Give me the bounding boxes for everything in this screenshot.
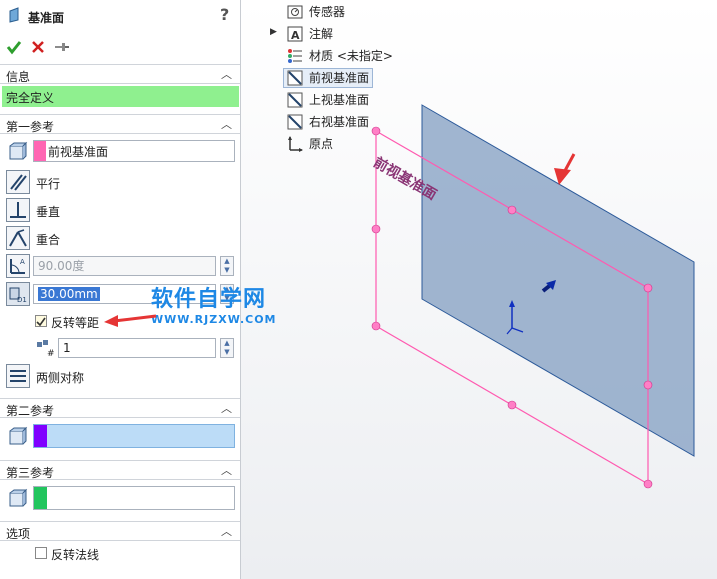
selection-color-swatch xyxy=(34,425,47,447)
graphics-area[interactable]: 传感器 ▶ A 注解 材质 <未指定> 前视基准面 上视基准面 右视基准面 原点… xyxy=(241,0,717,579)
spin-up-icon[interactable]: ▲ xyxy=(221,339,233,348)
watermark-url: WWW.RJZXW.COM xyxy=(151,313,277,326)
third-ref-header-label: 第三参考 xyxy=(6,466,55,480)
coincident-button[interactable] xyxy=(6,226,30,250)
selection-color-swatch xyxy=(34,487,47,509)
watermark: 软件自学网 WWW.RJZXW.COM xyxy=(151,287,301,326)
angle-button[interactable]: A xyxy=(6,254,30,278)
perpendicular-button[interactable] xyxy=(6,198,30,222)
pin-button[interactable] xyxy=(54,40,70,57)
ok-button[interactable] xyxy=(6,39,22,58)
status-bar: 完全定义 xyxy=(2,86,239,107)
coincident-icon xyxy=(9,229,27,247)
flip-normal-label: 反转法线 xyxy=(51,548,100,562)
front-plane-shape xyxy=(421,104,695,457)
flip-offset-checkbox[interactable] xyxy=(35,315,47,327)
chevron-up-icon[interactable]: ︿ xyxy=(221,400,232,416)
third-ref-selection-box[interactable] xyxy=(33,486,235,510)
mid-plane-button[interactable] xyxy=(6,364,30,388)
coincident-label: 重合 xyxy=(36,233,61,247)
info-header-label: 信息 xyxy=(6,70,31,84)
chevron-up-icon[interactable]: ︿ xyxy=(221,462,232,478)
distance-icon: D1 xyxy=(9,287,27,304)
first-ref-selection-box[interactable]: 前视基准面 xyxy=(33,140,235,162)
first-ref-section-header[interactable]: 第一参考 ︿ xyxy=(0,114,240,134)
close-icon xyxy=(32,41,44,53)
status-text: 完全定义 xyxy=(6,91,55,105)
second-ref-section-header[interactable]: 第二参考 ︿ xyxy=(0,398,240,418)
svg-text:#: # xyxy=(47,349,55,357)
chevron-up-icon[interactable]: ︿ xyxy=(221,116,232,132)
viewport-canvas xyxy=(371,104,695,489)
flip-offset-label: 反转等距 xyxy=(51,316,100,330)
angle-icon: A xyxy=(10,258,25,274)
parallel-icon xyxy=(10,174,27,191)
spin-up-icon[interactable]: ▲ xyxy=(221,257,233,266)
third-ref-section-header[interactable]: 第三参考 ︿ xyxy=(0,460,240,480)
angle-input[interactable]: 90.00度 xyxy=(33,256,216,276)
chevron-up-icon[interactable]: ︿ xyxy=(221,523,232,539)
perpendicular-label: 垂直 xyxy=(36,205,61,219)
reference-entity-icon xyxy=(6,425,30,449)
spin-down-icon[interactable]: ▼ xyxy=(221,266,233,275)
chevron-up-icon[interactable]: ︿ xyxy=(221,66,232,82)
mid-plane-icon xyxy=(10,370,26,382)
perpendicular-icon xyxy=(10,202,26,218)
options-section-header[interactable]: 选项 ︿ xyxy=(0,521,240,541)
second-ref-header-label: 第二参考 xyxy=(6,404,55,418)
parallel-button[interactable] xyxy=(6,170,30,194)
reference-entity-icon xyxy=(6,487,30,511)
watermark-title: 软件自学网 xyxy=(151,287,267,312)
second-ref-selection-box[interactable] xyxy=(33,424,235,448)
angle-spinner[interactable]: ▲ ▼ xyxy=(220,256,234,276)
count-spinner[interactable]: ▲ ▼ xyxy=(220,338,234,358)
distance-value: 30.00mm xyxy=(38,287,100,301)
cancel-button[interactable] xyxy=(30,39,46,58)
svg-text:D1: D1 xyxy=(17,296,27,304)
mid-plane-label: 两侧对称 xyxy=(36,371,85,385)
instance-count-icon: # xyxy=(36,339,56,359)
annotation-arrow xyxy=(104,314,157,327)
reference-entity-icon xyxy=(6,140,30,164)
instance-count-input[interactable]: 1 xyxy=(58,338,216,358)
selection-color-swatch xyxy=(34,141,46,161)
svg-text:A: A xyxy=(20,258,25,266)
info-section-header[interactable]: 信息 ︿ xyxy=(0,64,240,84)
plane-feature-icon xyxy=(8,7,22,23)
help-icon[interactable]: ? xyxy=(220,5,229,24)
parallel-label: 平行 xyxy=(36,177,61,191)
pm-title: 基准面 xyxy=(28,11,65,25)
options-header-label: 选项 xyxy=(6,527,31,541)
flip-normal-checkbox[interactable] xyxy=(35,547,47,559)
first-ref-selection-text: 前视基准面 xyxy=(48,145,109,159)
pointer-arrow xyxy=(554,153,576,185)
distance-button[interactable]: D1 xyxy=(6,282,30,306)
pin-icon xyxy=(55,43,69,51)
checkmark-icon xyxy=(36,317,46,327)
spin-down-icon[interactable]: ▼ xyxy=(221,348,233,357)
first-ref-header-label: 第一参考 xyxy=(6,120,55,134)
checkmark-icon xyxy=(6,41,22,55)
